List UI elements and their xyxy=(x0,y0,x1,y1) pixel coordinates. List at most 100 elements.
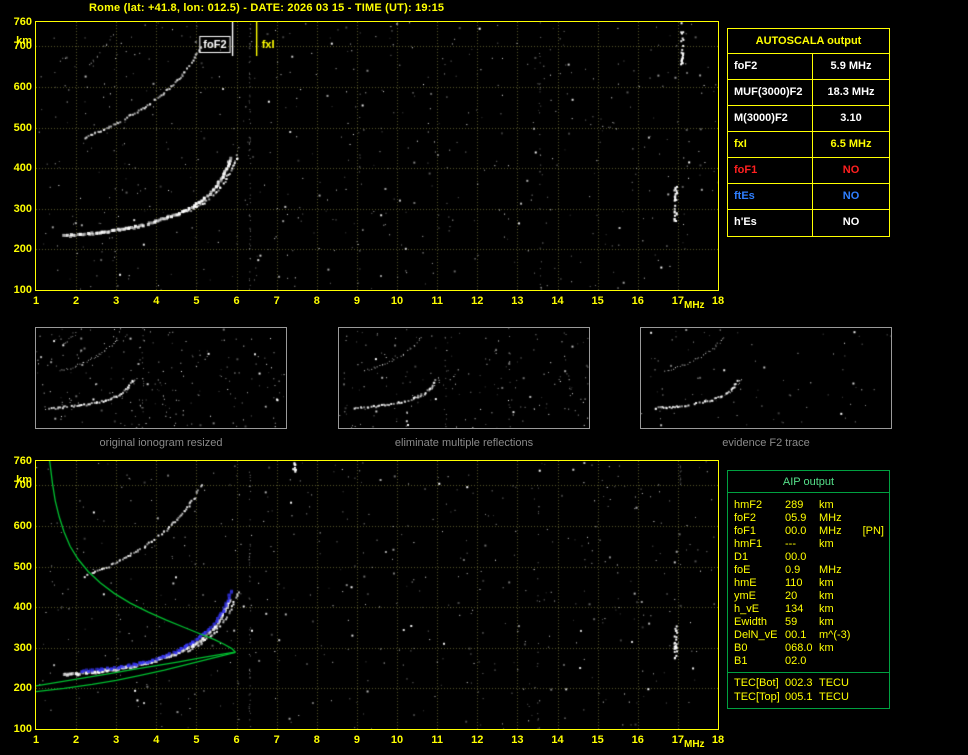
station-date-title: Rome (lat: +41.8, lon: 012.5) - DATE: 20… xyxy=(89,2,445,14)
aip-row-unit: km xyxy=(819,603,834,615)
aip-row-note xyxy=(857,616,889,629)
x-tick-label-10: 10 xyxy=(390,295,404,307)
aip-tec-rows: TEC[Bot] 002.3 TECU TEC[Top] 005.1 TECU xyxy=(728,672,889,708)
y-tick-label-200: 200 xyxy=(13,682,32,695)
aip-row: DelN_vE 00.1 m^(-3) xyxy=(728,629,889,642)
aip-row-note xyxy=(857,551,889,564)
autoscala-row-label: M(3000)F2 xyxy=(728,106,813,131)
aip-row-unit: km xyxy=(819,499,834,511)
aip-row-value: 068.0 xyxy=(785,642,813,654)
aip-row-note xyxy=(857,690,889,704)
autoscala-row: foF2 5.9 MHz xyxy=(728,54,889,80)
y-tick-label-760: 760 xyxy=(13,455,32,467)
autoscala-row-label: h'Es xyxy=(728,210,813,236)
aip-row-unit: km xyxy=(819,590,834,602)
aip-row-label: foF1 xyxy=(734,525,757,537)
top-ionogram-plot xyxy=(35,21,719,291)
autoscala-row: fxI 6.5 MHz xyxy=(728,132,889,158)
aip-row-label: hmF2 xyxy=(734,499,763,511)
y-tick-label-300: 300 xyxy=(13,641,32,654)
aip-row-value: --- xyxy=(785,538,796,550)
aip-row-note xyxy=(857,499,889,512)
autoscala-row: h'Es NO xyxy=(728,210,889,236)
aip-row-value: 00.0 xyxy=(785,525,807,537)
x-tick-label-9: 9 xyxy=(353,295,360,307)
x-tick-label-3: 3 xyxy=(113,295,120,307)
x-tick-label-15: 15 xyxy=(591,734,604,746)
x-tick-label-12: 12 xyxy=(471,295,484,307)
autoscala-row-value: NO xyxy=(842,216,860,228)
aip-row-value: 05.9 xyxy=(785,512,807,524)
aip-row-label: B0 xyxy=(734,642,748,654)
autoscala-row-label: foF1 xyxy=(728,158,813,183)
thumbnail-caption-evidence: evidence F2 trace xyxy=(722,437,810,449)
aip-row-value: 0.9 xyxy=(785,564,801,576)
aip-row-label: ymE xyxy=(734,590,756,602)
aip-row: D1 00.0 xyxy=(728,551,889,564)
aip-row-unit: MHz xyxy=(819,564,842,576)
aip-row-unit: km xyxy=(819,538,834,550)
aip-row-unit xyxy=(819,655,857,668)
aip-row-unit: MHz xyxy=(819,525,842,537)
aip-row: TEC[Bot] 002.3 TECU xyxy=(728,676,889,690)
aip-row: hmF2 289 km xyxy=(728,499,889,512)
x-tick-label-2: 2 xyxy=(73,734,80,746)
y-tick-label-600: 600 xyxy=(13,519,32,532)
x-tick-label-2: 2 xyxy=(73,295,80,307)
aip-row-label: TEC[Top] xyxy=(734,691,780,703)
autoscala-row-value: 5.9 MHz xyxy=(830,60,872,72)
y-tick-label-300: 300 xyxy=(13,202,32,215)
autoscala-row: ftEs NO xyxy=(728,184,889,210)
x-tick-label-4: 4 xyxy=(153,734,160,746)
y-tick-label-760: 760 xyxy=(13,16,32,28)
bottom-ionogram-plot xyxy=(35,460,719,730)
autoscala-row-label: fxI xyxy=(728,132,813,157)
y-tick-label-500: 500 xyxy=(13,560,32,573)
aip-row-note xyxy=(857,676,889,690)
x-tick-label-3: 3 xyxy=(113,734,120,746)
aip-row-note: [PN] xyxy=(862,525,884,537)
aip-row: ymE 20 km xyxy=(728,590,889,603)
aip-row-unit: m^(-3) xyxy=(819,629,851,641)
aip-row-note xyxy=(857,590,889,603)
thumbnail-caption-eliminate: eliminate multiple reflections xyxy=(394,437,534,449)
x-tick-label-6: 6 xyxy=(233,295,240,307)
thumbnail-evidence-f2 xyxy=(640,327,892,429)
aip-table-rows: hmF2 289 km foF2 05.9 MHz foF1 00.0 MHz [PN] hmF1 -… xyxy=(728,493,889,672)
autoscala-row: M(3000)F2 3.10 xyxy=(728,106,889,132)
x-tick-label-4: 4 xyxy=(153,295,160,307)
aip-row-note xyxy=(857,603,889,616)
autoscala-row-label: MUF(3000)F2 xyxy=(728,80,813,105)
aip-row-value: 02.0 xyxy=(785,655,807,667)
x-axis-unit-label: MHz xyxy=(684,739,705,750)
thumbnail-original-ionogram xyxy=(35,327,287,429)
autoscala-output-table: AUTOSCALA output foF2 5.9 MHz MUF(3000)F2 1… xyxy=(727,28,890,237)
aip-row-value: 110 xyxy=(785,577,803,589)
x-tick-label-14: 14 xyxy=(551,295,564,307)
x-tick-label-5: 5 xyxy=(193,295,200,307)
aip-row-unit xyxy=(819,551,857,564)
autoscala-row-label: ftEs xyxy=(728,184,813,209)
x-tick-label-18: 18 xyxy=(711,295,725,307)
autoscala-row-value: NO xyxy=(842,164,860,176)
x-tick-label-13: 13 xyxy=(511,295,524,307)
aip-row-value: 002.3 xyxy=(785,677,813,689)
y-tick-label-500: 500 xyxy=(13,121,32,134)
autoscala-row-value: 3.10 xyxy=(840,112,862,124)
x-tick-label-1: 1 xyxy=(32,295,40,307)
x-tick-label-10: 10 xyxy=(390,734,404,746)
aip-row-label: foE xyxy=(734,564,751,576)
aip-row-note xyxy=(857,655,889,668)
aip-row-label: D1 xyxy=(734,551,749,563)
aip-row-label: DelN_vE xyxy=(734,629,778,641)
top-ionogram-canvas xyxy=(36,22,718,290)
x-tick-label-9: 9 xyxy=(353,734,360,746)
autoscala-table-rows: foF2 5.9 MHz MUF(3000)F2 18.3 MHz M(3000)F2 3… xyxy=(728,54,889,236)
x-axis-unit-label: MHz xyxy=(684,300,705,311)
aip-output-table: AIP output hmF2 289 km foF2 05.9 MHz foF1 00.0 M… xyxy=(727,470,890,709)
thumbnail-caption-original: original ionogram resized xyxy=(99,437,223,449)
aip-row-unit: TECU xyxy=(819,677,849,689)
autoscala-row: foF1 NO xyxy=(728,158,889,184)
x-tick-label-15: 15 xyxy=(591,295,604,307)
aip-row-value: 59 xyxy=(785,616,798,628)
